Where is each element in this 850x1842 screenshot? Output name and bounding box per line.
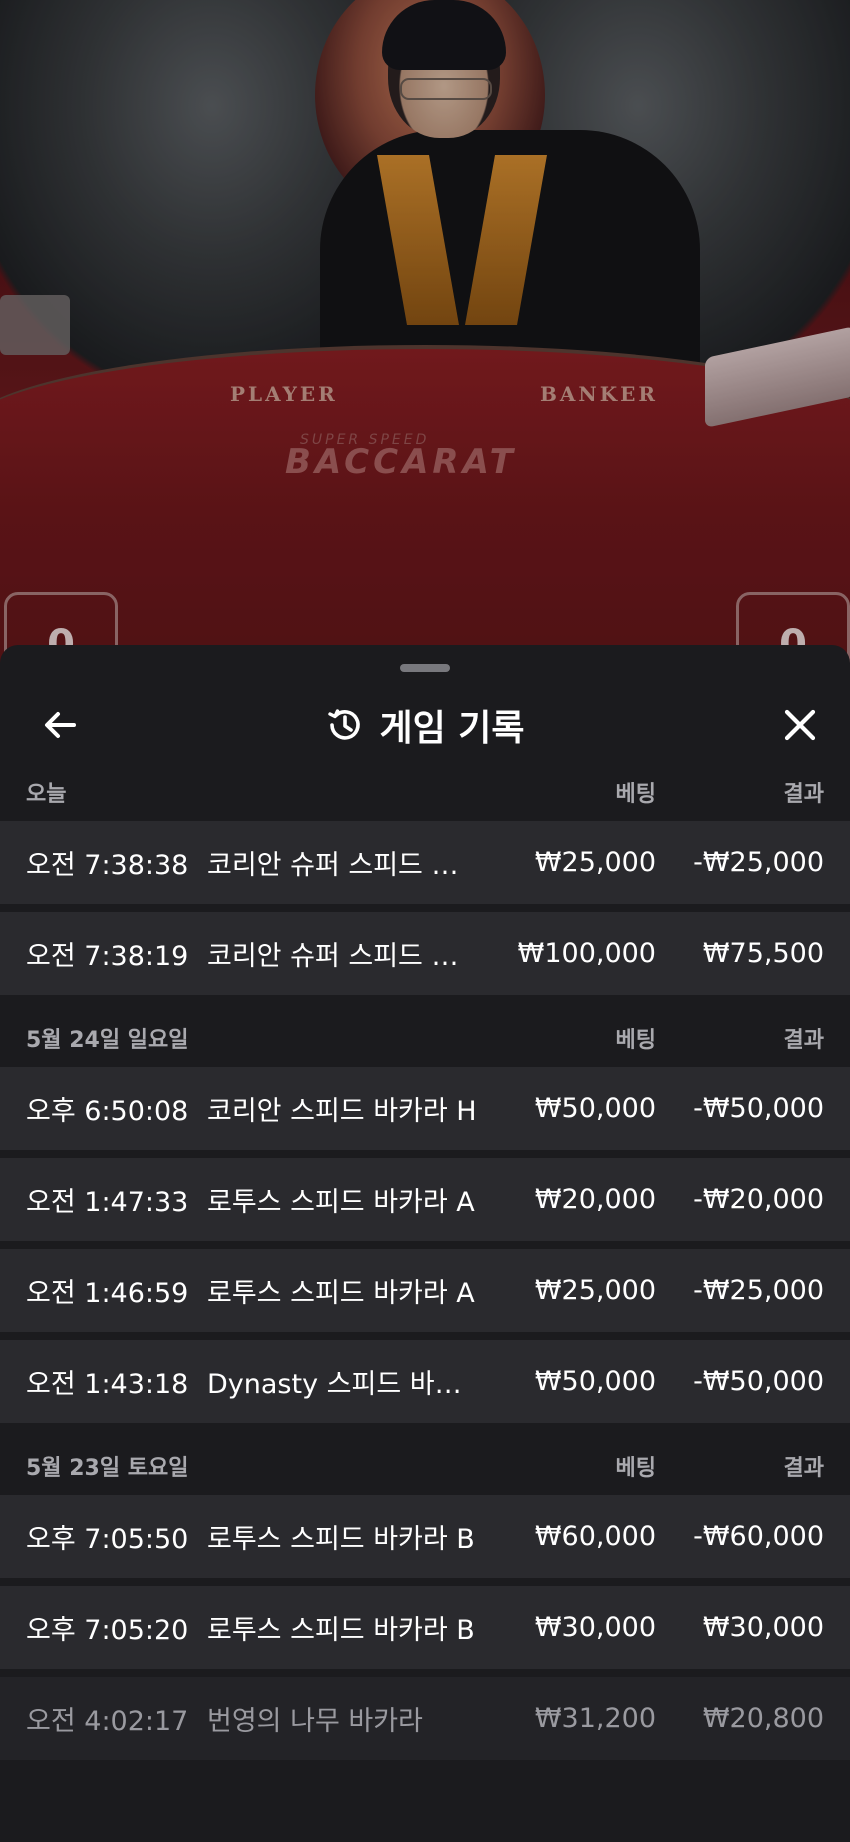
sheet-header: 게임 기록	[0, 685, 850, 765]
row-time: 오전 7:38:38	[26, 850, 189, 881]
row-time: 오전 1:43:18	[26, 1369, 189, 1400]
section-date: 5월 23일 토요일	[26, 1456, 189, 1481]
row-game: 번영의 나무 바카라	[207, 1706, 423, 1737]
row-bet: ₩100,000	[517, 938, 656, 969]
row-result: -₩60,000	[693, 1521, 824, 1552]
history-row[interactable]: 오후 7:05:50 로투스 스피드 바카라 B ₩60,000 -₩60,00…	[0, 1495, 850, 1578]
section-header: 5월 23일 토요일 베팅 결과	[0, 1437, 850, 1495]
row-game: 로투스 스피드 바카라 B	[207, 1524, 475, 1555]
row-bet: ₩25,000	[534, 1275, 656, 1306]
row-result: -₩25,000	[693, 1275, 824, 1306]
game-history-sheet: 게임 기록 오늘 베팅 결과 오전 7:38:38 코리안 슈퍼 스피드 바카라…	[0, 645, 850, 1842]
row-result: ₩20,800	[702, 1703, 824, 1734]
row-result: -₩25,000	[693, 847, 824, 878]
row-time: 오후 6:50:08	[26, 1096, 189, 1127]
row-result: -₩20,000	[693, 1184, 824, 1215]
row-result: -₩50,000	[693, 1093, 824, 1124]
row-bet: ₩20,000	[534, 1184, 656, 1215]
section-date: 오늘	[26, 782, 67, 807]
row-bet: ₩50,000	[534, 1366, 656, 1397]
section-header: 5월 24일 일요일 베팅 결과	[0, 1009, 850, 1067]
row-time: 오전 1:46:59	[26, 1278, 189, 1309]
row-game: 코리안 슈퍼 스피드 바카라	[207, 850, 488, 881]
row-game: Dynasty 스피드 바카라	[207, 1369, 485, 1400]
history-row[interactable]: 오전 1:47:33 로투스 스피드 바카라 A ₩20,000 -₩20,00…	[0, 1158, 850, 1241]
bet-column-label: 베팅	[615, 782, 656, 807]
title-group: 게임 기록	[0, 685, 850, 765]
live-dealer-video: PLAYER BANKER SUPER SPEED BACCARAT 0 0	[0, 0, 850, 680]
result-column-label: 결과	[783, 1456, 824, 1481]
row-time: 오전 1:47:33	[26, 1187, 189, 1218]
row-time: 오후 7:05:50	[26, 1524, 189, 1555]
bet-column-label: 베팅	[615, 1456, 656, 1481]
history-clock-icon	[328, 709, 361, 740]
row-bet: ₩60,000	[534, 1521, 656, 1552]
row-game: 코리안 슈퍼 스피드 바카라	[207, 941, 488, 972]
page-title: 게임 기록	[379, 708, 525, 749]
close-button[interactable]	[760, 685, 840, 765]
row-result: -₩50,000	[693, 1366, 824, 1397]
history-row[interactable]: 오전 1:43:18 Dynasty 스피드 바카라 ₩50,000 -₩50,…	[0, 1340, 850, 1423]
history-row[interactable]: 오후 6:50:08 코리안 스피드 바카라 H ₩50,000 -₩50,00…	[0, 1067, 850, 1150]
history-list: 오늘 베팅 결과 오전 7:38:38 코리안 슈퍼 스피드 바카라 ₩25,0…	[0, 763, 850, 1768]
row-time: 오후 7:05:20	[26, 1615, 189, 1646]
history-row[interactable]: 오전 7:38:19 코리안 슈퍼 스피드 바카라 ₩100,000 ₩75,5…	[0, 912, 850, 995]
result-column-label: 결과	[783, 782, 824, 807]
row-game: 코리안 스피드 바카라 H	[207, 1096, 477, 1127]
row-bet: ₩30,000	[534, 1612, 656, 1643]
result-column-label: 결과	[783, 1028, 824, 1053]
bet-column-label: 베팅	[615, 1028, 656, 1053]
section-date: 5월 24일 일요일	[26, 1028, 189, 1053]
row-result: ₩30,000	[702, 1612, 824, 1643]
row-result: ₩75,500	[702, 938, 824, 969]
close-icon	[784, 709, 816, 741]
history-row[interactable]: 오후 7:05:20 로투스 스피드 바카라 B ₩30,000 ₩30,000	[0, 1586, 850, 1669]
drag-handle[interactable]	[400, 664, 450, 672]
row-game: 로투스 스피드 바카라 B	[207, 1615, 475, 1646]
row-time: 오전 4:02:17	[26, 1706, 189, 1737]
row-game: 로투스 스피드 바카라 A	[207, 1278, 475, 1309]
row-bet: ₩25,000	[534, 847, 656, 878]
row-game: 로투스 스피드 바카라 A	[207, 1187, 475, 1218]
history-row[interactable]: 오전 7:38:38 코리안 슈퍼 스피드 바카라 ₩25,000 -₩25,0…	[0, 821, 850, 904]
row-time: 오전 7:38:19	[26, 941, 189, 972]
history-row[interactable]: 오전 4:02:17 번영의 나무 바카라 ₩31,200 ₩20,800	[0, 1677, 850, 1760]
row-bet: ₩50,000	[534, 1093, 656, 1124]
section-header: 오늘 베팅 결과	[0, 763, 850, 821]
row-bet: ₩31,200	[534, 1703, 656, 1734]
history-row[interactable]: 오전 1:46:59 로투스 스피드 바카라 A ₩25,000 -₩25,00…	[0, 1249, 850, 1332]
